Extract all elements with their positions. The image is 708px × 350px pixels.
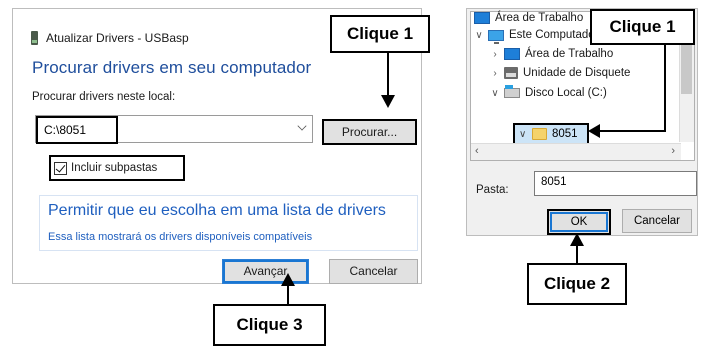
tree-item-label: Este Computador xyxy=(509,29,599,41)
tree-item-label: Disco Local (C:) xyxy=(525,87,607,99)
include-subfolders-checkbox[interactable]: Incluir subpastas xyxy=(49,155,185,181)
folder-input[interactable]: 8051 xyxy=(534,171,697,196)
local-disk-icon xyxy=(504,85,520,98)
tree-item-8051-selected[interactable]: ∨ 8051 xyxy=(513,123,589,145)
chevron-down-icon[interactable]: ∨ xyxy=(491,88,499,99)
desktop-icon xyxy=(504,48,520,60)
tree-item-desktop-root[interactable]: Área de Trabalho xyxy=(474,9,583,27)
dialog-titlebar: Atualizar Drivers - USBasp xyxy=(31,30,189,46)
browse-button[interactable]: Procurar... xyxy=(322,119,417,145)
cancel-button[interactable]: Cancelar xyxy=(329,259,418,284)
choose-from-list-link[interactable]: Permitir que eu escolha em uma lista de … xyxy=(39,195,418,251)
folder-icon xyxy=(532,128,547,140)
page-heading: Procurar drivers em seu computador xyxy=(32,58,312,77)
callout-clique-1-left: Clique 1 xyxy=(330,15,430,53)
scroll-left-icon[interactable]: ‹ xyxy=(475,145,479,157)
tree-item-label: Área de Trabalho xyxy=(525,48,614,60)
tree-item-floppy[interactable]: › Unidade de Disquete xyxy=(491,64,630,82)
tree-item-local-disk[interactable]: ∨ Disco Local (C:) xyxy=(491,84,607,102)
choose-from-list-title[interactable]: Permitir que eu escolha em uma lista de … xyxy=(48,202,386,220)
callout-clique-2: Clique 2 xyxy=(527,263,627,305)
cancel-button[interactable]: Cancelar xyxy=(622,209,692,233)
choose-from-list-subtitle: Essa lista mostrará os drivers disponíve… xyxy=(48,231,313,243)
chevron-right-icon[interactable]: › xyxy=(491,68,499,79)
next-button[interactable]: Avançar xyxy=(222,259,309,284)
chevron-down-icon[interactable]: ∨ xyxy=(519,129,527,140)
dialog-title: Atualizar Drivers - USBasp xyxy=(46,31,189,45)
folder-label: Pasta: xyxy=(476,184,509,196)
horizontal-scrollbar[interactable]: ‹ › xyxy=(471,143,681,160)
chevron-right-icon[interactable]: › xyxy=(491,49,499,60)
scroll-right-icon[interactable]: › xyxy=(671,145,675,157)
callout-clique-3: Clique 3 xyxy=(213,304,326,346)
chevron-down-icon[interactable] xyxy=(297,121,307,131)
include-subfolders-label[interactable]: Incluir subpastas xyxy=(71,162,157,174)
location-label: Procurar drivers neste local: xyxy=(32,91,176,103)
tree-item-label: Área de Trabalho xyxy=(495,12,584,24)
chevron-down-icon[interactable]: ∨ xyxy=(475,30,483,41)
path-combobox[interactable]: C:\8051 xyxy=(35,115,313,144)
computer-icon xyxy=(488,29,504,44)
tree-item-label: Unidade de Disquete xyxy=(523,67,631,79)
tree-item-label: 8051 xyxy=(552,128,578,140)
checkmark-icon[interactable] xyxy=(54,161,67,175)
path-value[interactable]: C:\8051 xyxy=(36,116,118,144)
tree-item-this-computer[interactable]: ∨ Este Computador xyxy=(475,26,599,44)
desktop-icon xyxy=(474,12,490,24)
tree-item-desktop[interactable]: › Área de Trabalho xyxy=(491,45,613,63)
ok-button[interactable]: OK xyxy=(547,209,611,235)
callout-clique-1-right: Clique 1 xyxy=(590,9,695,45)
floppy-disk-icon xyxy=(504,67,518,79)
arrow-clique2-to-ok xyxy=(570,233,584,263)
usb-device-icon xyxy=(31,31,38,45)
